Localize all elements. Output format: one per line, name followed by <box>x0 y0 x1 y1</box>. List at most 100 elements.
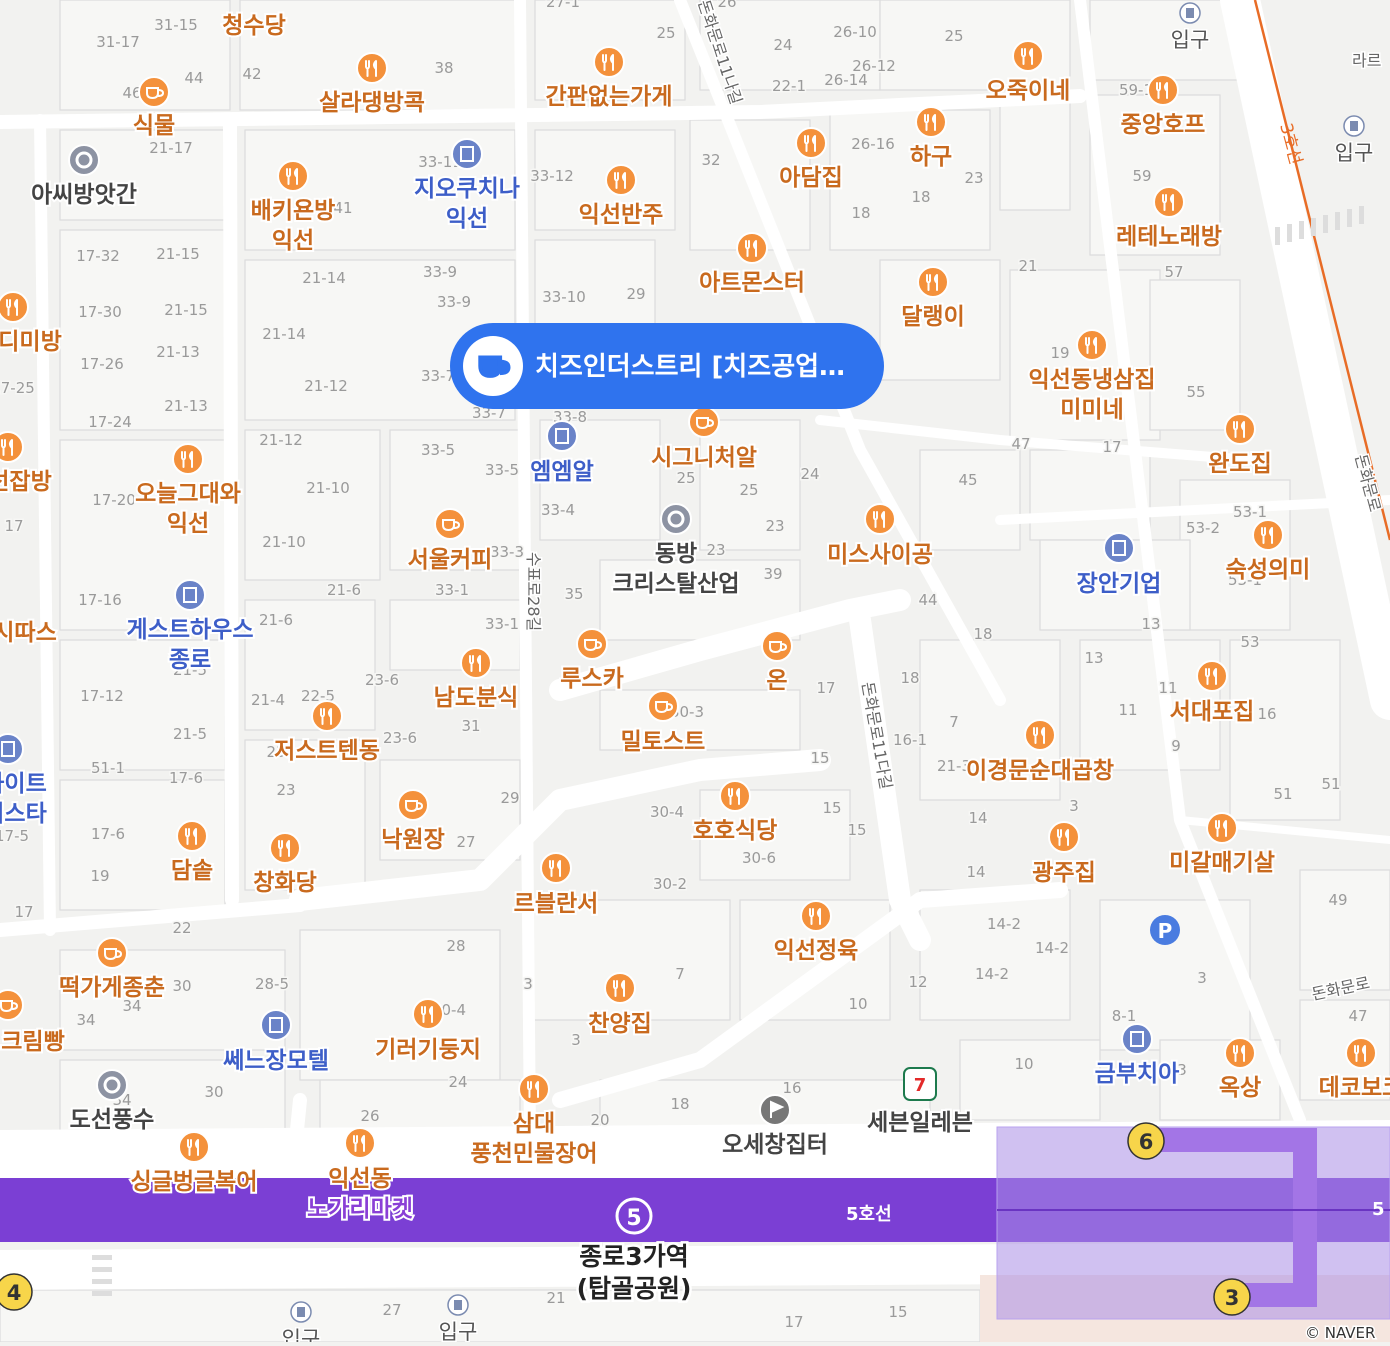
parcel-number: 25 <box>944 27 963 45</box>
poi-label: 쎄느장모텔 <box>223 1048 329 1074</box>
parcel-number: 33-10 <box>542 288 586 306</box>
parcel-number: 3 <box>1069 797 1079 815</box>
parcel-number: 26-10 <box>833 23 877 41</box>
parcel-number: 24 <box>448 1073 467 1091</box>
poi-label: 크리스탈산업 <box>613 571 740 597</box>
parcel-number: 3 <box>1197 969 1207 987</box>
parcel-number: 16 <box>782 1079 801 1097</box>
naver-credit: © NAVER <box>1305 1324 1375 1342</box>
poi-marker[interactable]: 광주집 <box>1030 821 1098 888</box>
poi-label: 익선정육 <box>774 938 859 964</box>
poi-marker[interactable]: 디미방 <box>0 291 64 357</box>
poi-label: 디미방 <box>0 329 62 355</box>
restaurant-icon <box>800 900 832 932</box>
lodging-icon <box>174 579 206 611</box>
parcel-number: 51-1 <box>91 759 125 777</box>
parcel-number: 26 <box>717 0 736 11</box>
parcel-number: 17-12 <box>80 687 124 705</box>
landmark-icon <box>68 144 100 176</box>
poi-label: 하구 <box>910 144 952 170</box>
parking-marker[interactable]: P <box>1150 915 1180 945</box>
parcel-number: 25 <box>739 481 758 499</box>
poi-label: 기러기둥지 <box>375 1037 481 1063</box>
parcel-number: 55 <box>1186 383 1205 401</box>
entrance-marker[interactable]: 입구 <box>1333 115 1375 167</box>
parcel-number: 17-25 <box>0 379 35 397</box>
parcel-number: 14 <box>968 809 987 827</box>
parcel-number: 33-7 <box>421 367 455 385</box>
parcel-number: 17 <box>784 1313 803 1331</box>
poi-marker[interactable]: 청수당 <box>220 11 287 41</box>
poi-marker[interactable]: 화이트비스타 <box>0 733 49 829</box>
restaurant-icon <box>605 164 637 196</box>
parcel-number: 21-6 <box>259 611 293 629</box>
parcel-number: 42 <box>242 65 261 83</box>
parcel-number: 19 <box>90 867 109 885</box>
poi-label: 옥상 <box>1219 1075 1261 1101</box>
restaurant-icon <box>1076 329 1108 361</box>
parcel-number: 44 <box>184 69 203 87</box>
svg-text:3: 3 <box>1225 1286 1240 1310</box>
poi-label: 삼대 <box>513 1111 555 1137</box>
restaurant-icon <box>277 160 309 192</box>
parcel-number: 53-1 <box>1233 503 1267 521</box>
parcel-number: 33-3 <box>490 543 524 561</box>
map-canvas[interactable]: 3호선 5호선 5 5 종로3가역 (탑골공원) 6 3 4 31-15 31-1… <box>0 0 1390 1346</box>
poi-label: 선잡방 <box>0 469 52 495</box>
parcel-number: 45 <box>958 471 977 489</box>
poi-label: 익선동냉삼집 <box>1029 367 1156 393</box>
poi-marker[interactable]: 시따스 <box>0 618 59 648</box>
poi-label: 호호식당 <box>693 818 778 844</box>
exit-3[interactable]: 3 <box>1213 1278 1251 1316</box>
poi-label: 밀토스트 <box>621 729 706 755</box>
parcel-number: 21-14 <box>262 325 306 343</box>
parcel-number: 26 <box>360 1107 379 1125</box>
restaurant-icon <box>412 998 444 1030</box>
restaurant-icon <box>864 503 896 535</box>
restaurant-icon <box>1252 519 1284 551</box>
exit-6[interactable]: 6 <box>1127 1122 1165 1160</box>
poi-label: 노가리마켓 <box>307 1196 413 1222</box>
parcel-number: 15 <box>847 821 866 839</box>
poi-label: 크림빵 <box>1 1029 64 1055</box>
poi-label: 이경문순대곱창 <box>966 758 1114 784</box>
poi-label: 화이트 <box>0 771 47 797</box>
poi-label: 중앙호프 <box>1121 112 1206 138</box>
restaurant-icon <box>1147 74 1179 106</box>
parcel-number: 17-26 <box>80 355 124 373</box>
selected-place-marker[interactable]: 치즈인더스트리 [치즈공업… <box>450 323 884 409</box>
poi-label: 르블란서 <box>514 891 599 917</box>
parcel-number: 14-2 <box>1035 939 1069 957</box>
parcel-number: 21-15 <box>164 301 208 319</box>
cafe-icon <box>761 630 793 662</box>
restaurant-icon <box>269 832 301 864</box>
parcel-number: 51 <box>1273 785 1292 803</box>
poi-label: 청수당 <box>222 13 285 39</box>
line5-label: 5호선 <box>846 1204 892 1225</box>
line5-label-right: 5 <box>1372 1199 1385 1220</box>
cafe-icon <box>96 937 128 969</box>
cafe-icon <box>576 628 608 660</box>
cafe-icon <box>647 690 679 722</box>
flag-icon <box>759 1094 791 1126</box>
poi-marker[interactable]: 크림빵 <box>0 989 67 1057</box>
road-name: 라르 <box>1352 51 1381 70</box>
cafe-icon <box>688 406 720 438</box>
poi-label: 세븐일레븐 <box>867 1110 973 1136</box>
parcel-number: 28-5 <box>255 975 289 993</box>
restaurant-icon <box>795 127 827 159</box>
cafe-icon <box>138 76 170 108</box>
parcel-number: 18 <box>670 1095 689 1113</box>
parcel-number: 30 <box>204 1083 223 1101</box>
parcel-number: 21 <box>1018 257 1037 275</box>
poi-marker[interactable]: 온 <box>761 630 793 696</box>
exit-4[interactable]: 4 <box>0 1273 33 1311</box>
parcel-number: 23 <box>706 541 725 559</box>
parcel-number: 33-12 <box>530 167 574 185</box>
parcel-number: 11 <box>1158 679 1177 697</box>
poi-marker[interactable]: 미스사이공 <box>825 503 935 570</box>
entrance-label: 입구 <box>1171 28 1210 52</box>
parcel-number: 17-5 <box>0 827 29 845</box>
poi-label: 미갈매기살 <box>1169 850 1275 876</box>
poi-label: 온 <box>766 668 787 694</box>
